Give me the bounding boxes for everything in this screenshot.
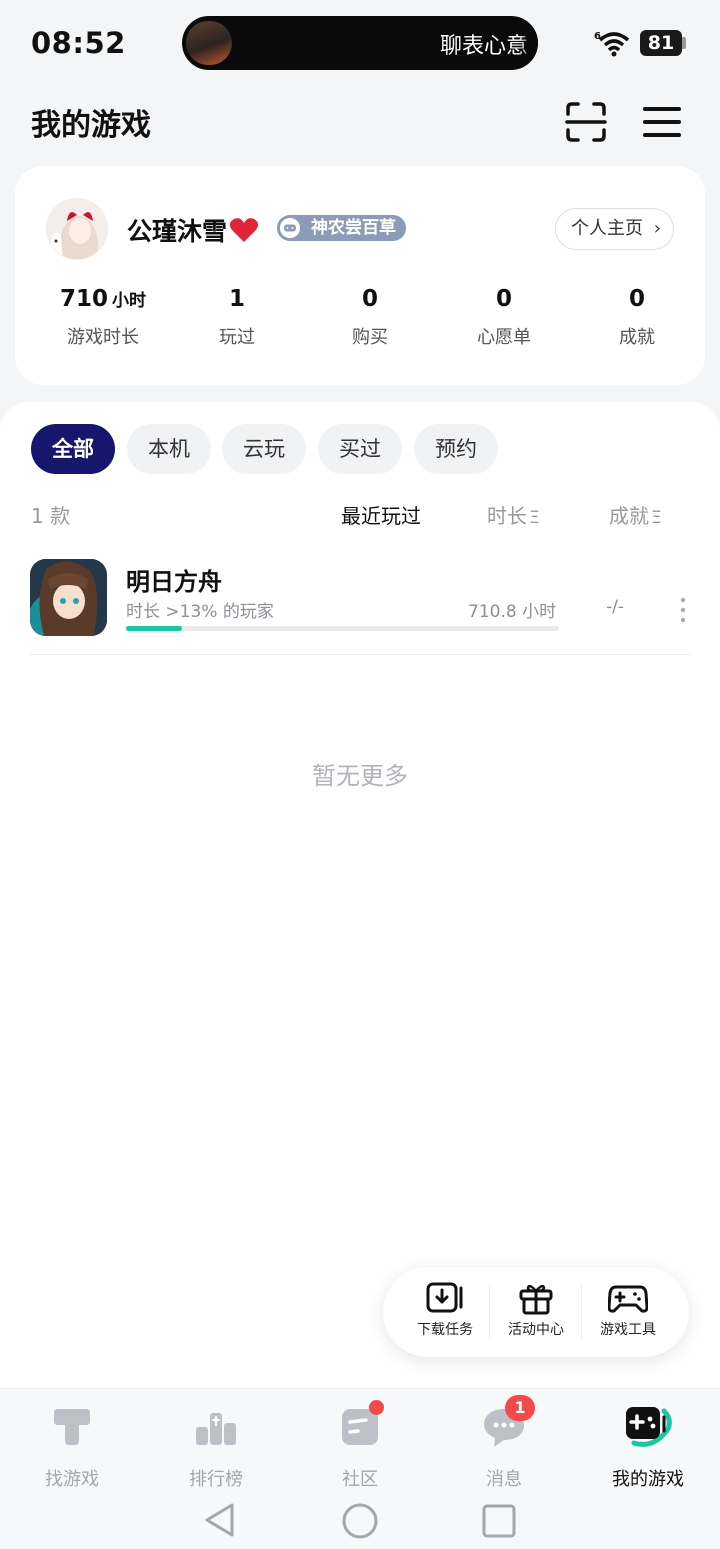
sort-icon: Ξ	[651, 508, 662, 528]
filter-chip-all[interactable]: 全部	[31, 424, 115, 474]
stat-playtime[interactable]: 710 小时 游戏时长	[28, 286, 178, 349]
filter-chip-bought[interactable]: 买过	[318, 424, 402, 474]
filter-chip-local[interactable]: 本机	[127, 424, 211, 474]
game-subtitle: 时长 >13% 的玩家	[126, 602, 274, 622]
player-badge[interactable]: 神农尝百草	[277, 215, 406, 241]
playtime-progress	[126, 626, 559, 631]
tool-download-tasks[interactable]: 下载任务	[399, 1281, 491, 1339]
dynamic-island[interactable]: 聊表心意	[182, 16, 538, 70]
sort-achievements[interactable]: 成就 Ξ	[609, 500, 662, 529]
page-title: 我的游戏	[31, 108, 151, 143]
system-navigation-bar	[0, 1488, 720, 1549]
stat-achievements[interactable]: 0 成就	[562, 286, 712, 349]
heart-icon	[229, 218, 259, 242]
stat-played[interactable]: 1 玩过	[162, 286, 312, 349]
game-list-panel: 全部 本机 云玩 买过 预约 1 款 最近玩过 时长 Ξ 成就 Ξ 明日方舟 时长 …	[0, 402, 720, 1402]
game-name: 明日方舟	[126, 568, 222, 596]
filter-chip-reserved[interactable]: 预约	[414, 424, 498, 474]
stat-purchased[interactable]: 0 购买	[295, 286, 445, 349]
status-bar: 08:52 聊表心意 6 81	[0, 0, 720, 84]
home-icon[interactable]	[341, 1502, 379, 1540]
tool-activity-center[interactable]: 活动中心	[490, 1281, 582, 1339]
svg-text:6: 6	[594, 31, 601, 42]
nav-community[interactable]: 社区	[288, 1403, 432, 1491]
chevron-right-icon: ›	[653, 218, 661, 239]
profile-card: 公瑾沐雪 神农尝百草 个人主页 › 710 小时 游戏时长 1 玩过 0 购买 0…	[15, 166, 705, 385]
message-count-badge: 1	[505, 1395, 535, 1421]
game-icon	[30, 559, 107, 636]
game-row[interactable]: 明日方舟 时长 >13% 的玩家 710.8 小时 -/-	[30, 559, 690, 655]
scan-icon[interactable]	[564, 100, 608, 144]
gamepad-icon	[608, 1285, 648, 1313]
back-icon[interactable]	[202, 1502, 238, 1538]
bottom-nav: 找游戏 排行榜 社区 消息 我的游戏	[0, 1388, 720, 1491]
recents-icon[interactable]	[481, 1503, 517, 1539]
empty-tip: 暂无更多	[312, 762, 408, 790]
nav-messages[interactable]: 消息	[432, 1403, 576, 1491]
game-count: 1 款	[31, 504, 71, 528]
sort-icon: Ξ	[529, 508, 540, 528]
nav-find-games[interactable]: 找游戏	[0, 1403, 144, 1491]
profile-home-button[interactable]: 个人主页 ›	[555, 208, 674, 250]
wifi-icon: 6	[594, 31, 630, 57]
find-games-icon	[54, 1409, 90, 1445]
profile-stats: 710 小时 游戏时长 1 玩过 0 购买 0 心愿单 0 成就	[15, 286, 705, 356]
user-name: 公瑾沐雪	[127, 212, 259, 248]
playtime-progress-fill	[126, 626, 183, 631]
island-thumbnail	[186, 21, 232, 65]
battery-indicator: 81	[640, 30, 682, 56]
community-notification-dot	[369, 1400, 384, 1415]
island-text: 聊表心意	[439, 34, 528, 59]
gift-icon	[519, 1284, 553, 1315]
game-hours: 710.8 小时	[468, 602, 557, 622]
gamepad-icon	[280, 218, 300, 238]
status-time: 08:52	[31, 26, 126, 60]
filter-chip-cloud[interactable]: 云玩	[222, 424, 306, 474]
nav-rankings[interactable]: 排行榜	[144, 1403, 288, 1491]
game-achievements: -/-	[606, 597, 624, 617]
tool-game-tools[interactable]: 游戏工具	[582, 1281, 674, 1339]
sort-duration[interactable]: 时长 Ξ	[487, 500, 540, 529]
sort-recent[interactable]: 最近玩过	[341, 500, 421, 529]
download-icon	[426, 1282, 463, 1313]
my-games-icon	[626, 1407, 672, 1447]
nav-my-games[interactable]: 我的游戏	[576, 1403, 720, 1491]
rankings-icon	[196, 1413, 236, 1445]
menu-icon[interactable]	[640, 100, 684, 144]
stat-wishlist[interactable]: 0 心愿单	[429, 286, 579, 349]
more-vertical-icon[interactable]	[676, 597, 690, 623]
tools-bar: 下载任务 活动中心 游戏工具	[383, 1267, 689, 1357]
avatar[interactable]	[46, 198, 108, 260]
